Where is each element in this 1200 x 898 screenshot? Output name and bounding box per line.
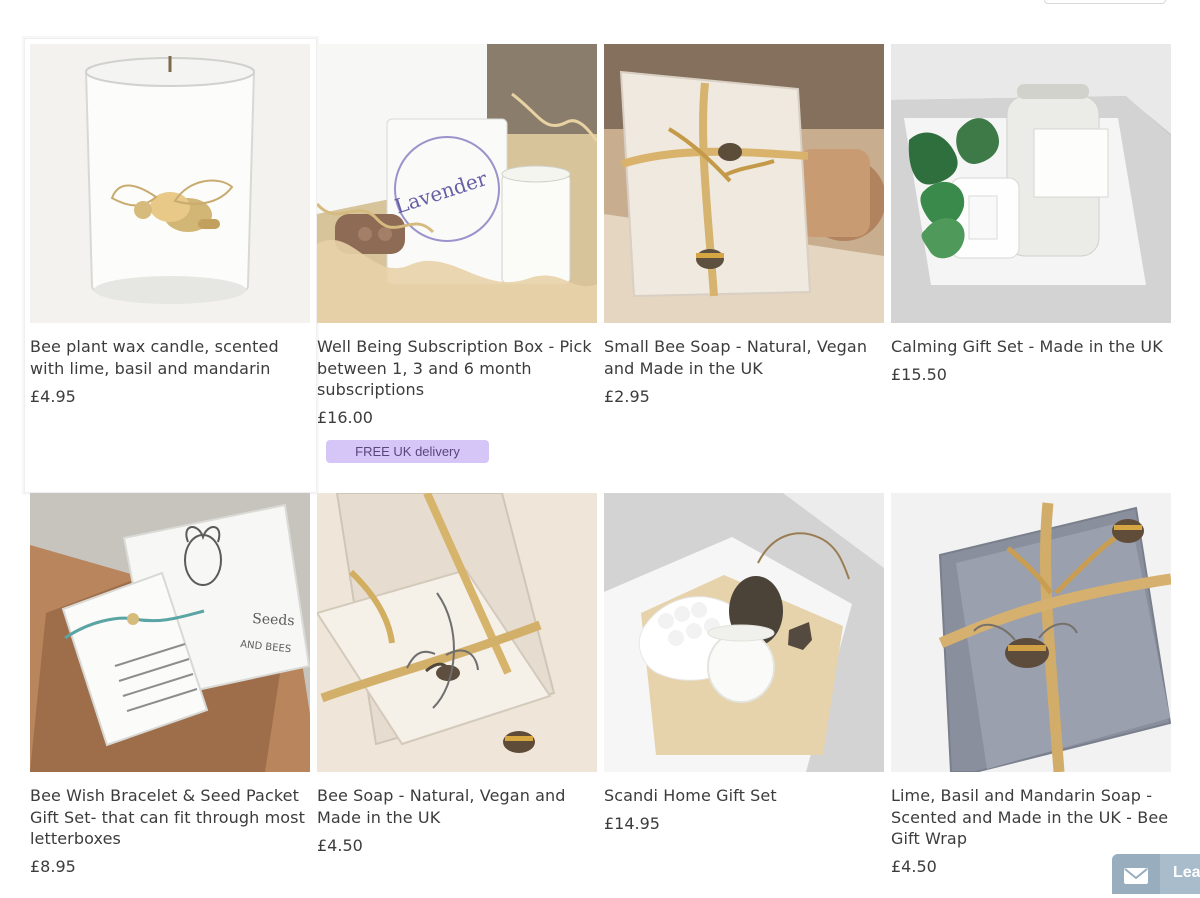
product-price: £4.50 <box>891 857 937 876</box>
product-price: £4.95 <box>30 387 76 406</box>
sort-dropdown[interactable] <box>1044 0 1166 4</box>
seeds-card-text: Seeds <box>252 611 295 629</box>
product-image-calming-gift-set[interactable] <box>891 44 1171 323</box>
product-price: £2.95 <box>604 387 650 406</box>
free-delivery-badge: FREE UK delivery <box>326 440 489 463</box>
leave-message-label: Lea <box>1173 864 1200 881</box>
product-title[interactable]: Lime, Basil and Mandarin Soap - Scented … <box>891 785 1173 850</box>
product-price: £4.50 <box>317 836 363 855</box>
product-image-bee-wish-bracelet[interactable]: Seeds AND BEES <box>30 493 310 772</box>
product-image-scandi-home-gift-set[interactable] <box>604 493 884 772</box>
product-image-wellbeing-box[interactable]: Lavender <box>317 44 597 323</box>
product-title[interactable]: Calming Gift Set - Made in the UK <box>891 336 1173 358</box>
product-title[interactable]: Bee Wish Bracelet & Seed Packet Gift Set… <box>30 785 312 850</box>
product-price: £8.95 <box>30 857 76 876</box>
product-title[interactable]: Bee plant wax candle, scented with lime,… <box>30 336 312 379</box>
envelope-icon <box>1112 854 1160 894</box>
product-title[interactable]: Small Bee Soap - Natural, Vegan and Made… <box>604 336 886 379</box>
product-image-small-bee-soap[interactable] <box>604 44 884 323</box>
product-price: £14.95 <box>604 814 660 833</box>
product-title[interactable]: Well Being Subscription Box - Pick betwe… <box>317 336 599 401</box>
product-title[interactable]: Bee Soap - Natural, Vegan and Made in th… <box>317 785 599 828</box>
leave-message-tab[interactable]: Lea <box>1112 854 1200 894</box>
product-price: £16.00 <box>317 408 373 427</box>
product-image-bee-soap[interactable] <box>317 493 597 772</box>
product-title[interactable]: Scandi Home Gift Set <box>604 785 886 807</box>
product-image-bee-candle[interactable] <box>30 44 310 323</box>
product-price: £15.50 <box>891 365 947 384</box>
product-image-lime-basil-soap[interactable] <box>891 493 1171 772</box>
